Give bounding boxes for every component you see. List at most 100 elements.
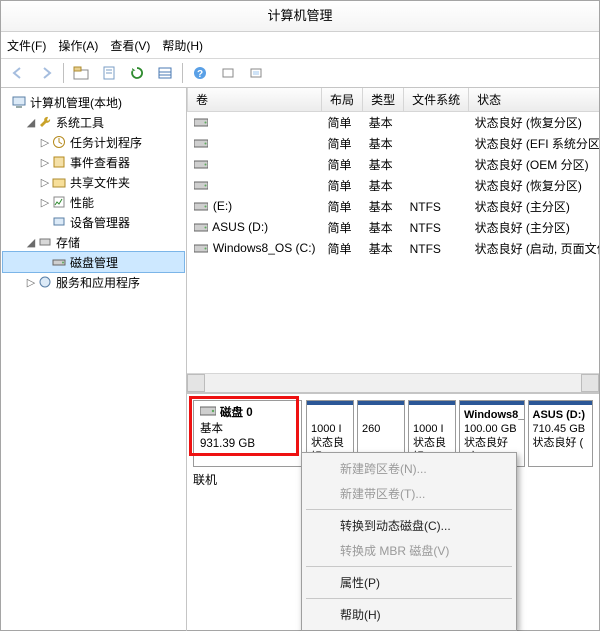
volume-status: 状态良好 (EFI 系统分区) [469,133,599,154]
col-layout[interactable]: 布局 [322,88,363,112]
volume-fs [404,133,469,154]
menu-view[interactable]: 查看(V) [110,37,150,54]
help-button[interactable]: ? [187,60,213,86]
menu-action[interactable]: 操作(A) [58,37,98,54]
volume-type: 基本 [363,154,404,175]
ctx-properties[interactable]: 属性(P) [304,570,514,595]
expand-icon[interactable]: ▷ [39,196,51,209]
partition-size: 100.00 GB [464,422,520,436]
tree-disk-management[interactable]: 磁盘管理 [3,252,184,272]
ctx-new-striped[interactable]: 新建带区卷(T)... [304,481,514,506]
disk-kind: 基本 [200,422,295,437]
tree-root[interactable]: 计算机管理(本地) [3,92,184,112]
volume-row[interactable]: 简单基本状态良好 (恢复分区) [188,175,600,196]
ctx-to-mbr[interactable]: 转换成 MBR 磁盘(V) [304,538,514,563]
expand-icon[interactable]: ▷ [39,156,51,169]
clock-icon [51,134,67,150]
volume-name: Windows8_OS (C:) [213,241,316,255]
ctx-separator [306,598,512,599]
up-button[interactable] [68,60,94,86]
expand-icon[interactable]: ▷ [25,276,37,289]
partition-name [413,408,451,422]
ctx-to-dynamic[interactable]: 转换到动态磁盘(C)... [304,513,514,538]
expand-icon[interactable]: ▷ [39,176,51,189]
volume-fs: NTFS [404,196,469,217]
right-pane: 卷 布局 类型 文件系统 状态 简单基本状态良好 (恢复分区) 简单基本状态良好… [187,88,599,631]
volume-status: 状态良好 (恢复分区) [469,112,599,134]
volume-type: 基本 [363,196,404,217]
scroll-right-button[interactable] [581,374,599,392]
forward-button[interactable] [33,60,59,86]
volume-fs [404,175,469,196]
tree-event-viewer[interactable]: ▷ 事件查看器 [3,152,184,172]
extra-button-2[interactable] [243,60,269,86]
volume-layout: 简单 [322,133,363,154]
col-type[interactable]: 类型 [363,88,404,112]
svg-text:?: ? [197,69,203,80]
disk-header[interactable]: 磁盘 0 基本 931.39 GB [193,400,302,467]
col-status[interactable]: 状态 [469,88,599,112]
volume-status: 状态良好 (启动, 页面文件, [469,238,599,259]
tree-device-manager[interactable]: 设备管理器 [3,212,184,232]
volume-layout: 简单 [322,217,363,238]
volume-name: ASUS (D:) [212,220,268,234]
scroll-left-button[interactable] [187,374,205,392]
volume-fs: NTFS [404,217,469,238]
wrench-icon [37,114,53,130]
ctx-new-spanned[interactable]: 新建跨区卷(N)... [304,456,514,481]
tree-system-tools[interactable]: ◢ 系统工具 [3,112,184,132]
partition[interactable]: ASUS (D:)710.45 GB状态良好 ( [528,400,594,467]
tree-task-scheduler[interactable]: ▷ 任务计划程序 [3,132,184,152]
partition-size: 1000 I [413,422,451,436]
body: 计算机管理(本地) ◢ 系统工具 ▷ 任务计划程序 ▷ 事件查看器 ▷ 共享文件… [1,88,599,631]
collapse-icon[interactable]: ◢ [25,236,37,249]
tree-label: 磁盘管理 [70,254,118,271]
disk-title: 磁盘 0 [220,406,253,421]
tree-label: 存储 [56,234,80,251]
tree-label: 服务和应用程序 [56,274,140,291]
volume-row[interactable]: 简单基本状态良好 (恢复分区) [188,112,600,134]
menu-help[interactable]: 帮助(H) [162,37,203,54]
tree-shared-folders[interactable]: ▷ 共享文件夹 [3,172,184,192]
device-icon [51,214,67,230]
col-volume[interactable]: 卷 [188,88,322,112]
expand-icon[interactable]: ▷ [39,136,51,149]
volume-layout: 简单 [322,154,363,175]
volume-layout: 简单 [322,196,363,217]
refresh-button[interactable] [124,60,150,86]
disk-icon [51,254,67,270]
computer-management-window: 计算机管理 文件(F) 操作(A) 查看(V) 帮助(H) ? 计算机管理(本地… [0,0,600,631]
tree-label: 设备管理器 [70,214,130,231]
storage-icon [37,234,53,250]
toolbar-separator [182,63,183,83]
ctx-help[interactable]: 帮助(H) [304,602,514,627]
volume-type: 基本 [363,217,404,238]
tree-services-apps[interactable]: ▷ 服务和应用程序 [3,272,184,292]
volume-row[interactable]: 简单基本 状态良好 (EFI 系统分区) [188,133,600,154]
volume-name: (E:) [213,199,232,213]
volume-row[interactable]: (E:)简单基本NTFS状态良好 (主分区) [188,196,600,217]
ctx-separator [306,566,512,567]
detail-view-button[interactable] [152,60,178,86]
volume-row[interactable]: Windows8_OS (C:)简单基本NTFS状态良好 (启动, 页面文件, [188,238,600,259]
tree-storage[interactable]: ◢ 存储 [3,232,184,252]
collapse-icon[interactable]: ◢ [25,116,37,129]
menu-file[interactable]: 文件(F) [7,37,46,54]
tree-label: 事件查看器 [70,154,130,171]
volume-fs [404,112,469,134]
extra-button-1[interactable] [215,60,241,86]
performance-icon [51,194,67,210]
computer-icon [11,94,27,110]
volume-row[interactable]: ASUS (D:)简单基本NTFS状态良好 (主分区) [188,217,600,238]
properties-button[interactable] [96,60,122,86]
tree-performance[interactable]: ▷ 性能 [3,192,184,212]
horizontal-scrollbar[interactable] [187,373,599,392]
tree-label: 计算机管理(本地) [30,94,122,111]
volume-fs [404,154,469,175]
col-fs[interactable]: 文件系统 [404,88,469,112]
back-button[interactable] [5,60,31,86]
tree-label: 系统工具 [56,114,104,131]
partition-name [311,408,349,422]
volume-type: 基本 [363,133,404,154]
volume-row[interactable]: 简单基本状态良好 (OEM 分区) [188,154,600,175]
